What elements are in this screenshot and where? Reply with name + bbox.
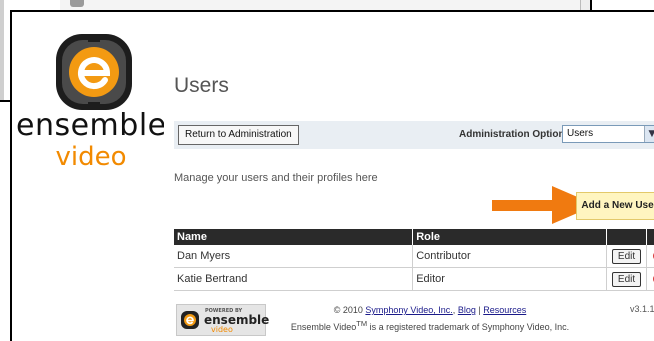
separator-comma: , xyxy=(452,305,456,315)
users-table: Name Role Dan Myers Contributor Edit Kat… xyxy=(174,229,654,291)
brand-wordmark: ensemble xyxy=(16,108,167,143)
table-row: Katie Bertrand Editor Edit xyxy=(174,267,654,291)
admin-options-value: Users xyxy=(567,128,594,139)
admin-toolbar: Return to Administration Administration … xyxy=(174,121,654,149)
trademark-text: is a registered trademark of Symphony Vi… xyxy=(369,322,570,332)
admin-options-label: Administration Options: xyxy=(459,129,574,140)
chevron-down-icon[interactable]: ▼ xyxy=(644,126,654,142)
column-header-delete xyxy=(646,229,654,245)
delete-cell xyxy=(646,267,654,291)
blog-link[interactable]: Blog xyxy=(458,305,476,315)
footer-copyright: © 2010 Symphony Video, Inc., Blog | Reso… xyxy=(274,304,586,334)
background-window-edge xyxy=(0,0,4,100)
edit-cell: Edit xyxy=(606,267,648,291)
user-name-cell: Dan Myers xyxy=(174,245,414,268)
separator-pipe: | xyxy=(478,305,481,315)
user-name-cell: Katie Bertrand xyxy=(174,267,414,291)
column-header-name[interactable]: Name xyxy=(174,229,414,245)
user-role-cell: Contributor xyxy=(412,245,607,268)
page-intro: Manage your users and their profiles her… xyxy=(174,172,378,184)
company-link[interactable]: Symphony Video, Inc. xyxy=(365,305,452,315)
background-window-icon xyxy=(70,0,84,7)
table-row: Dan Myers Contributor Edit xyxy=(174,245,654,268)
main-content: Users Return to Administration Administr… xyxy=(164,12,654,341)
delete-cell xyxy=(646,245,654,268)
brand-tagline: video xyxy=(55,142,127,172)
ensemble-window: ensemble video Users Return to Administr… xyxy=(10,10,654,341)
ensemble-small-logo-icon xyxy=(181,311,199,329)
edit-button[interactable]: Edit xyxy=(611,248,642,264)
trademark-prefix: Ensemble Video xyxy=(290,322,357,332)
column-header-edit xyxy=(606,229,648,245)
add-new-user-button[interactable]: Add a New User xyxy=(576,192,654,220)
copyright-prefix: © 2010 xyxy=(333,305,363,315)
trademark-sup: TM xyxy=(356,319,368,328)
return-to-administration-button[interactable]: Return to Administration xyxy=(178,125,299,145)
page-title: Users xyxy=(174,74,229,97)
footer-logo-subword: video xyxy=(211,325,233,334)
table-header-row: Name Role xyxy=(174,229,654,245)
version-label: v3.1.1140 xyxy=(630,304,654,314)
ensemble-logo-icon xyxy=(56,34,132,110)
admin-options-select[interactable]: Users ▼ xyxy=(562,125,654,143)
resources-link[interactable]: Resources xyxy=(483,305,526,315)
edit-button[interactable]: Edit xyxy=(611,271,642,287)
brand-sidebar: ensemble video xyxy=(12,12,166,341)
powered-by-logo: POWERED BY ensemble video xyxy=(176,304,269,336)
edit-cell: Edit xyxy=(606,245,648,268)
user-role-cell: Editor xyxy=(412,267,607,291)
column-header-role[interactable]: Role xyxy=(412,229,607,245)
